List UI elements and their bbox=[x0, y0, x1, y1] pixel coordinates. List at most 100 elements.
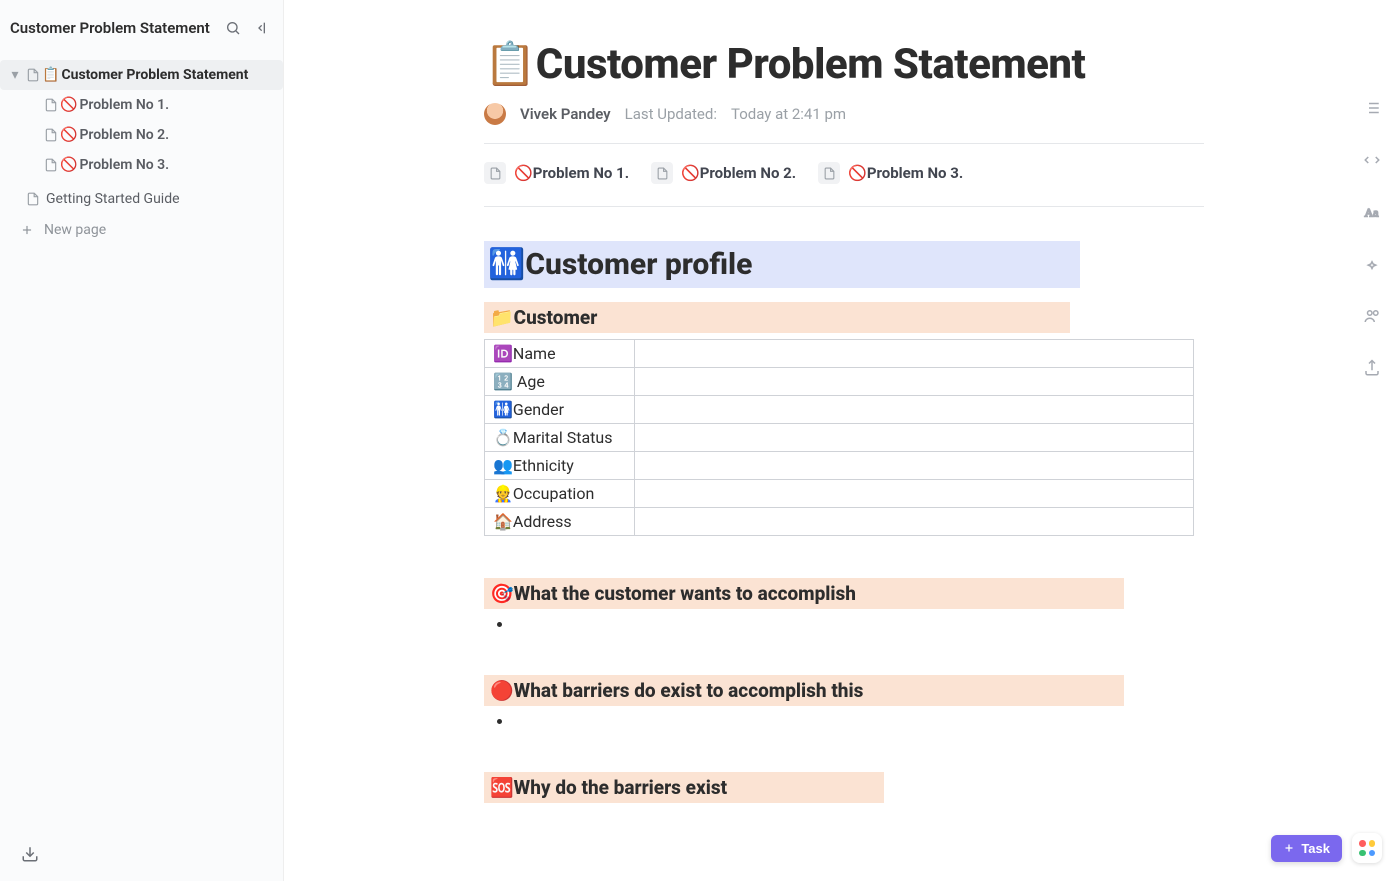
page-emoji: 🚫 bbox=[60, 127, 77, 143]
heading-barriers[interactable]: 🔴What barriers do exist to accomplish th… bbox=[484, 675, 1124, 706]
heading-emoji: 🆘 bbox=[490, 776, 514, 799]
collapse-sidebar-icon[interactable] bbox=[251, 16, 275, 40]
chip-emoji: 🚫 bbox=[681, 164, 700, 182]
svg-text:Aa: Aa bbox=[1365, 206, 1380, 220]
outline-icon[interactable] bbox=[1360, 96, 1384, 120]
page-title-text: Customer Problem Statement bbox=[536, 40, 1086, 89]
field-value-cell[interactable] bbox=[635, 452, 1194, 480]
table-row: 🏠Address bbox=[485, 508, 1194, 536]
new-task-button[interactable]: Task bbox=[1271, 835, 1342, 862]
plus-icon bbox=[20, 223, 34, 237]
heading-label: Customer bbox=[514, 306, 598, 329]
plus-icon bbox=[1283, 842, 1295, 854]
table-row: 👷Occupation bbox=[485, 480, 1194, 508]
import-icon[interactable] bbox=[18, 842, 42, 866]
typography-icon[interactable]: Aa bbox=[1360, 200, 1384, 224]
page-label: Problem No 3. bbox=[79, 157, 169, 173]
customer-table: 🆔Name🔢 Age🚻Gender💍Marital Status👥Ethnici… bbox=[484, 339, 1194, 536]
subpage-chip[interactable]: 🚫Problem No 2. bbox=[651, 162, 796, 184]
new-page-button[interactable]: New page bbox=[0, 214, 283, 246]
field-value-cell[interactable] bbox=[635, 508, 1194, 536]
section-emoji: 🚻 bbox=[488, 247, 525, 282]
heading-emoji: 🔴 bbox=[490, 679, 514, 702]
field-label-cell[interactable]: 🔢 Age bbox=[485, 368, 635, 396]
table-row: 💍Marital Status bbox=[485, 424, 1194, 452]
field-value-cell[interactable] bbox=[635, 480, 1194, 508]
page-label: Customer Problem Statement bbox=[61, 67, 248, 83]
expand-width-icon[interactable] bbox=[1360, 148, 1384, 172]
tree-child-page[interactable]: 🚫 Problem No 2. bbox=[0, 120, 283, 150]
author-avatar[interactable] bbox=[484, 103, 506, 125]
field-label-cell[interactable]: 🏠Address bbox=[485, 508, 635, 536]
heading-wants[interactable]: 🎯What the customer wants to accomplish bbox=[484, 578, 1124, 609]
chip-emoji: 🚫 bbox=[848, 164, 867, 182]
field-value-cell[interactable] bbox=[635, 340, 1194, 368]
updated-label: Last Updated: bbox=[625, 105, 717, 123]
tree-child-page[interactable]: 🚫 Problem No 3. bbox=[0, 150, 283, 180]
list-item[interactable] bbox=[514, 615, 1204, 633]
field-value-cell[interactable] bbox=[635, 368, 1194, 396]
floating-actions: Task bbox=[1271, 833, 1382, 863]
heading-label: Why do the barriers exist bbox=[514, 776, 727, 799]
page-icon bbox=[24, 192, 42, 206]
heading-customer[interactable]: 📁Customer bbox=[484, 302, 1070, 333]
chip-label: Problem No 2. bbox=[700, 164, 796, 182]
list-item[interactable] bbox=[514, 712, 1204, 730]
table-row: 🔢 Age bbox=[485, 368, 1194, 396]
new-page-label: New page bbox=[44, 222, 106, 238]
heading-why-barriers[interactable]: 🆘Why do the barriers exist bbox=[484, 772, 884, 803]
app-launcher-icon[interactable] bbox=[1352, 833, 1382, 863]
barriers-list[interactable] bbox=[514, 712, 1204, 730]
divider bbox=[484, 206, 1204, 207]
page-emoji: 🚫 bbox=[60, 97, 77, 113]
page-label: Problem No 1. bbox=[79, 97, 169, 113]
divider bbox=[484, 143, 1204, 144]
document-area[interactable]: 📋 Customer Problem Statement Vivek Pande… bbox=[284, 0, 1344, 881]
field-label-cell[interactable]: 🆔Name bbox=[485, 340, 635, 368]
field-value-cell[interactable] bbox=[635, 396, 1194, 424]
share-icon[interactable] bbox=[1360, 356, 1384, 380]
search-icon[interactable] bbox=[221, 16, 245, 40]
caret-down-icon[interactable]: ▾ bbox=[6, 67, 24, 83]
field-label-cell[interactable]: 👷Occupation bbox=[485, 480, 635, 508]
chip-label: Problem No 1. bbox=[533, 164, 629, 182]
author-name[interactable]: Vivek Pandey bbox=[520, 105, 611, 123]
table-row: 👥Ethnicity bbox=[485, 452, 1194, 480]
page-label: Problem No 2. bbox=[79, 127, 169, 143]
chip-label: Problem No 3. bbox=[867, 164, 963, 182]
collaborators-icon[interactable] bbox=[1360, 304, 1384, 328]
field-label-cell[interactable]: 💍Marital Status bbox=[485, 424, 635, 452]
wants-list[interactable] bbox=[514, 615, 1204, 633]
page-label: Getting Started Guide bbox=[46, 191, 180, 207]
page-emoji: 📋 bbox=[42, 67, 59, 83]
tree-root-page[interactable]: ▾ 📋 Customer Problem Statement bbox=[0, 60, 283, 90]
sidebar-footer bbox=[0, 832, 283, 881]
subpage-chip[interactable]: 🚫Problem No 3. bbox=[818, 162, 963, 184]
page-icon bbox=[24, 68, 42, 82]
field-label-cell[interactable]: 🚻Gender bbox=[485, 396, 635, 424]
page-icon bbox=[484, 162, 506, 184]
magic-icon[interactable] bbox=[1360, 252, 1384, 276]
subpage-chips: 🚫Problem No 1. 🚫Problem No 2. 🚫Problem N… bbox=[484, 162, 1204, 188]
sidebar-header: Customer Problem Statement bbox=[0, 10, 283, 46]
section-customer-profile[interactable]: 🚻 Customer profile bbox=[484, 241, 1080, 288]
tree-child-page[interactable]: 🚫 Problem No 1. bbox=[0, 90, 283, 120]
workspace-title[interactable]: Customer Problem Statement bbox=[10, 19, 215, 37]
right-rail: Aa bbox=[1344, 0, 1400, 881]
field-value-cell[interactable] bbox=[635, 424, 1194, 452]
tree-page[interactable]: Getting Started Guide bbox=[0, 184, 283, 214]
updated-value: Today at 2:41 pm bbox=[731, 105, 846, 123]
task-button-label: Task bbox=[1301, 841, 1330, 856]
table-row: 🚻Gender bbox=[485, 396, 1194, 424]
page-icon bbox=[651, 162, 673, 184]
page-icon bbox=[42, 158, 60, 172]
heading-label: What barriers do exist to accomplish thi… bbox=[514, 679, 864, 702]
page-icon bbox=[818, 162, 840, 184]
subpage-chip[interactable]: 🚫Problem No 1. bbox=[484, 162, 629, 184]
page-tree: ▾ 📋 Customer Problem Statement 🚫 Problem… bbox=[0, 60, 283, 246]
field-label-cell[interactable]: 👥Ethnicity bbox=[485, 452, 635, 480]
page-title[interactable]: 📋 Customer Problem Statement bbox=[484, 40, 1204, 89]
page-icon bbox=[42, 128, 60, 142]
heading-emoji: 🎯 bbox=[490, 582, 514, 605]
page-title-emoji: 📋 bbox=[484, 40, 536, 89]
